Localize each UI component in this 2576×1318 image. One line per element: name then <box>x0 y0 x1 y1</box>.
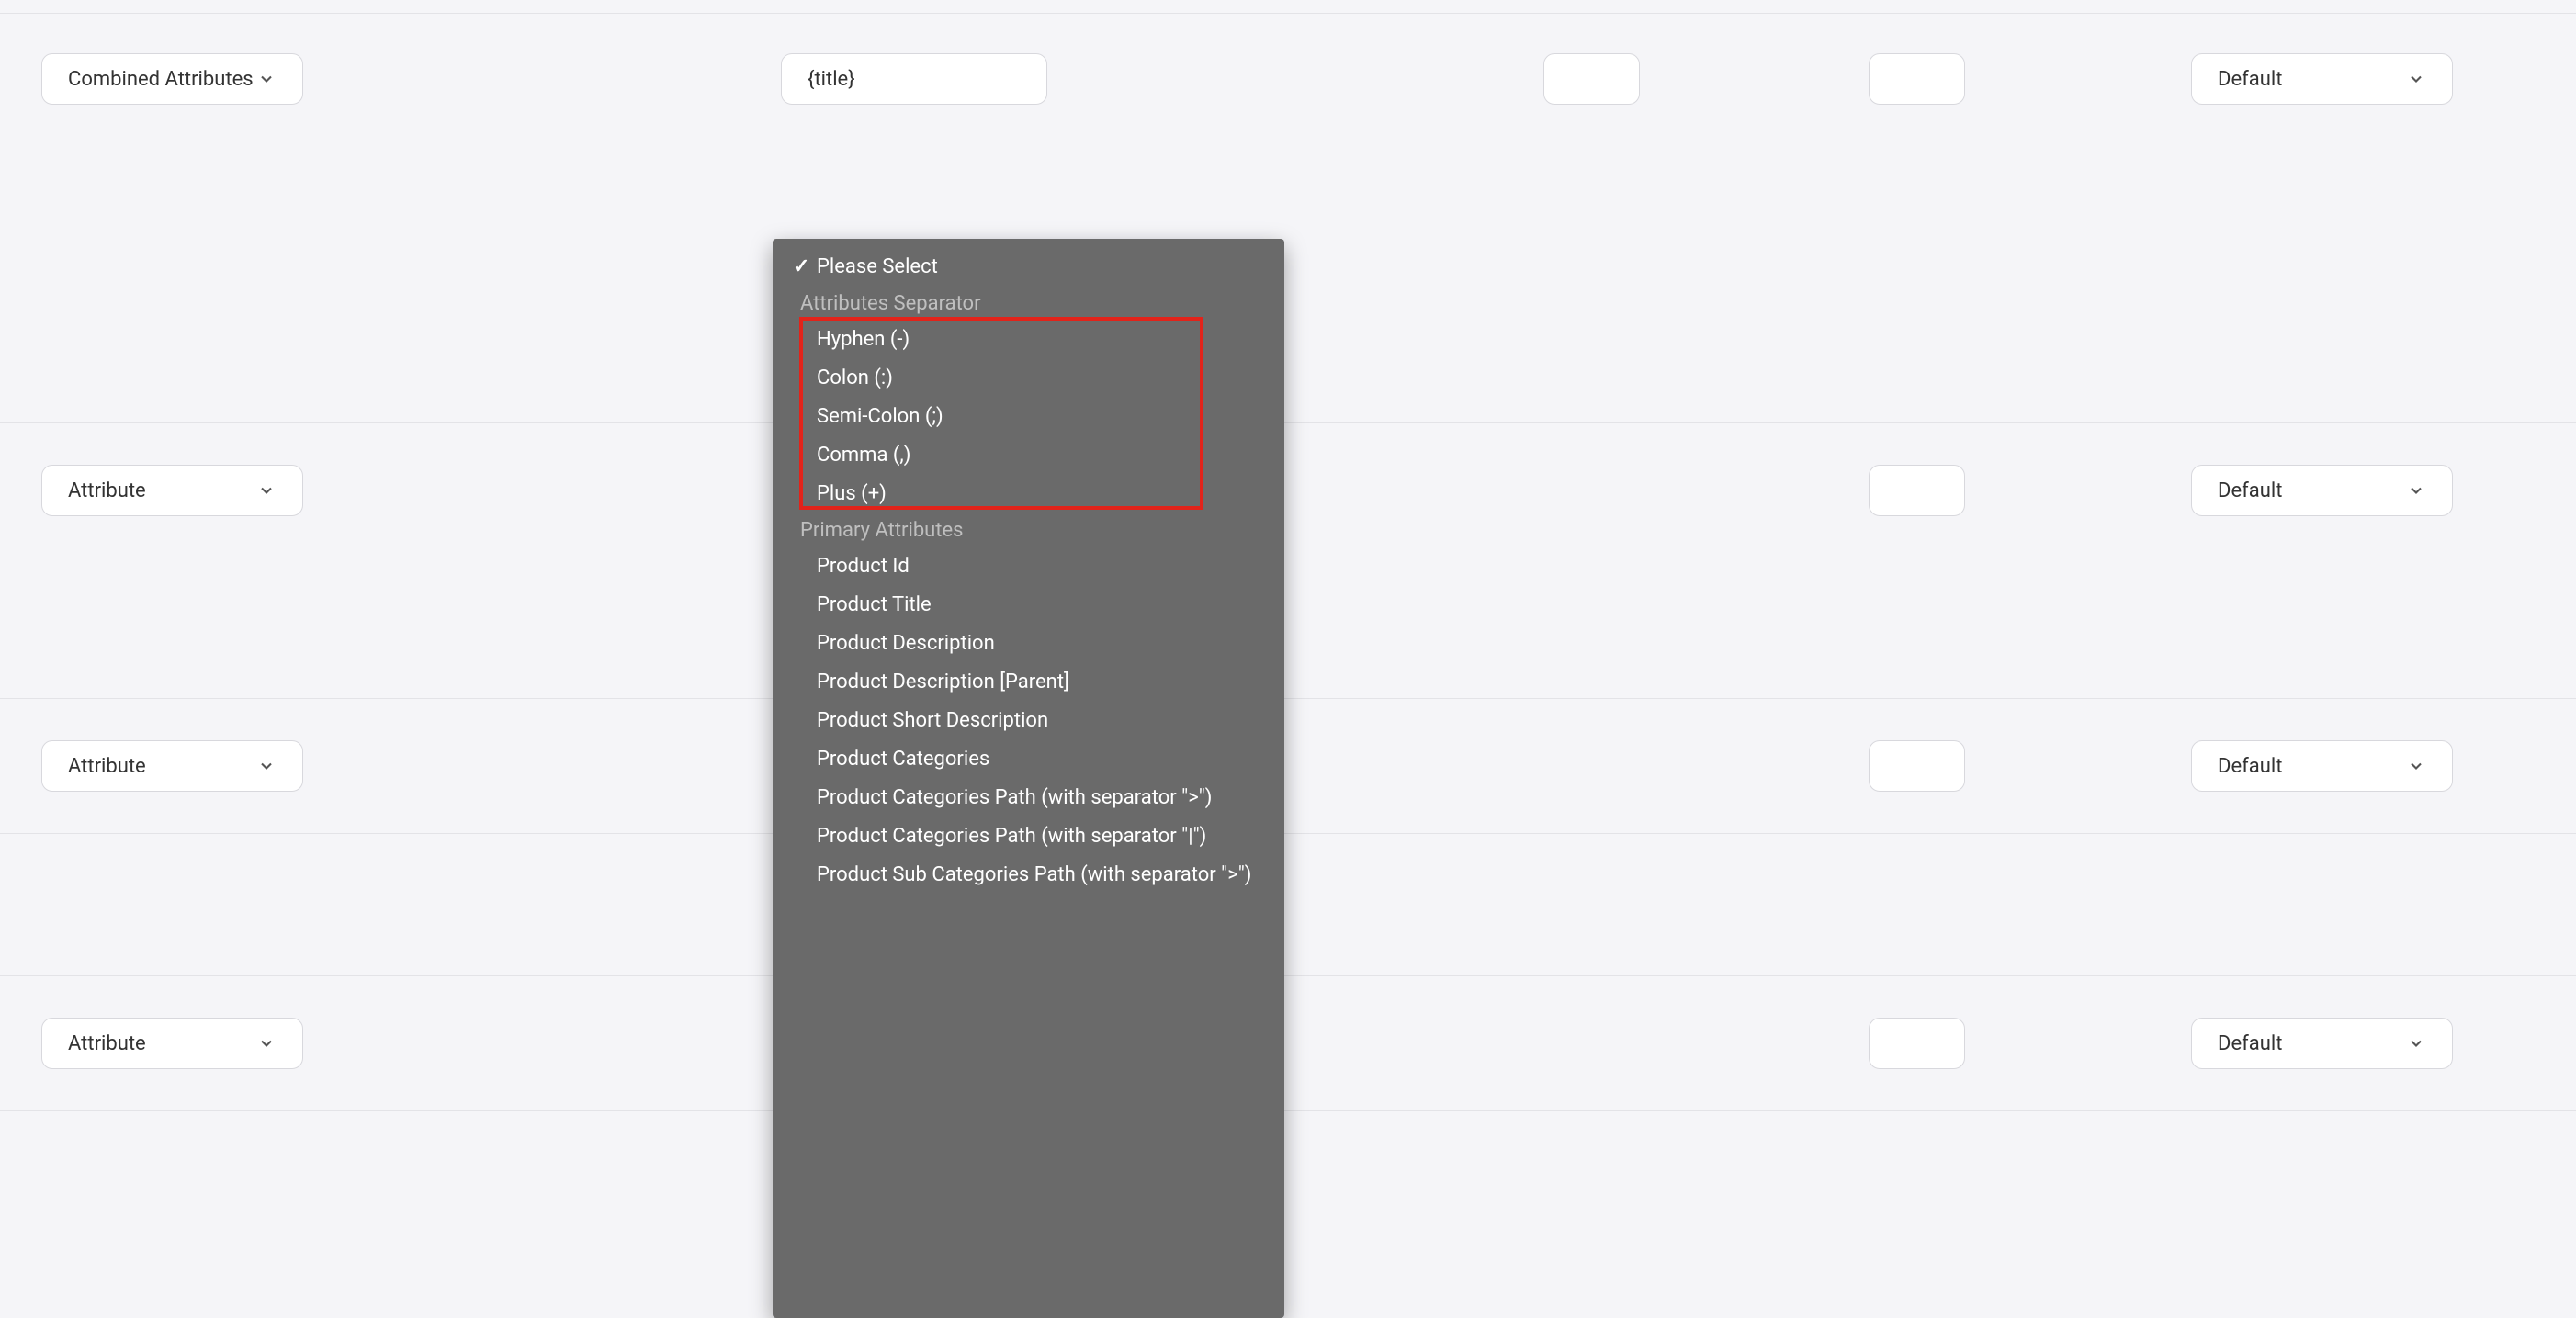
dropdown-option[interactable]: Semi-Colon (;) <box>773 398 1284 436</box>
suffix-input[interactable] <box>1869 53 1965 105</box>
prefix-input[interactable] <box>1543 53 1640 105</box>
mapping-row: Combined Attributes {title} Default <box>0 18 2576 216</box>
dropdown-option[interactable]: Colon (:) <box>773 359 1284 398</box>
attribute-type-select[interactable]: Attribute <box>41 465 303 516</box>
attribute-type-label: Attribute <box>68 1032 146 1055</box>
dropdown-option-label: Product Description [Parent] <box>817 670 1069 693</box>
dropdown-group-label: Attributes Separator <box>773 287 1284 321</box>
dropdown-option-selected[interactable]: Please Select <box>773 248 1284 287</box>
output-type-select[interactable]: Default <box>2191 53 2453 105</box>
chevron-down-icon <box>256 69 277 89</box>
dropdown-option[interactable]: Plus (+) <box>773 475 1284 513</box>
attribute-type-label: Combined Attributes <box>68 68 254 91</box>
dropdown-option-label: Semi-Colon (;) <box>817 405 943 428</box>
dropdown-option-label: Colon (:) <box>817 366 893 389</box>
dropdown-option[interactable]: Product Categories <box>773 740 1284 779</box>
dropdown-option[interactable]: Product Description [Parent] <box>773 663 1284 702</box>
dropdown-option[interactable]: Product Sub Categories Path (with separa… <box>773 856 1284 895</box>
attribute-type-select[interactable]: Attribute <box>41 740 303 792</box>
divider <box>0 13 2576 14</box>
dropdown-option-label: Plus (+) <box>817 482 887 505</box>
dropdown-option[interactable]: Product Title <box>773 586 1284 625</box>
dropdown-option-label: Hyphen (-) <box>817 328 910 351</box>
output-type-label: Default <box>2218 1032 2282 1055</box>
output-type-label: Default <box>2218 479 2282 502</box>
attribute-type-select[interactable]: Attribute <box>41 1018 303 1069</box>
output-type-label: Default <box>2218 68 2282 91</box>
chevron-down-icon <box>2406 480 2426 501</box>
chevron-down-icon <box>2406 69 2426 89</box>
attribute-type-label: Attribute <box>68 479 146 502</box>
output-type-select[interactable]: Default <box>2191 465 2453 516</box>
dropdown-option[interactable]: Product Id <box>773 547 1284 586</box>
suffix-input[interactable] <box>1869 465 1965 516</box>
chevron-down-icon <box>256 1033 277 1053</box>
attribute-type-label: Attribute <box>68 755 146 778</box>
output-type-select[interactable]: Default <box>2191 740 2453 792</box>
dropdown-option-label: Comma (,) <box>817 444 910 467</box>
output-type-select[interactable]: Default <box>2191 1018 2453 1069</box>
value-input[interactable]: {title} <box>781 53 1047 105</box>
mapping-row: Attribute Default <box>0 422 2576 558</box>
dropdown-option-label: Product Short Description <box>817 709 1048 732</box>
mapping-row: Attribute Default <box>0 698 2576 834</box>
dropdown-option-label: Product Sub Categories Path (with separa… <box>817 863 1251 886</box>
suffix-input[interactable] <box>1869 1018 1965 1069</box>
dropdown-group-label: Primary Attributes <box>773 513 1284 547</box>
attribute-dropdown[interactable]: Please Select Attributes Separator Hyphe… <box>773 239 1284 1318</box>
dropdown-option-label: Product Categories Path (with separator … <box>817 825 1206 848</box>
dropdown-option[interactable]: Product Categories Path (with separator … <box>773 779 1284 817</box>
chevron-down-icon <box>2406 756 2426 776</box>
dropdown-option-label: Please Select <box>817 255 938 278</box>
attribute-type-select[interactable]: Combined Attributes <box>41 53 303 105</box>
dropdown-option[interactable]: Comma (,) <box>773 436 1284 475</box>
output-type-label: Default <box>2218 755 2282 778</box>
mapping-row: Attribute Default <box>0 975 2576 1111</box>
dropdown-option[interactable]: Product Short Description <box>773 702 1284 740</box>
dropdown-option[interactable]: Product Categories Path (with separator … <box>773 817 1284 856</box>
suffix-input[interactable] <box>1869 740 1965 792</box>
dropdown-option-label: Product Title <box>817 593 932 616</box>
chevron-down-icon <box>2406 1033 2426 1053</box>
dropdown-option-label: Product Description <box>817 632 995 655</box>
value-text: {title} <box>808 68 855 91</box>
dropdown-option-label: Product Categories <box>817 748 989 771</box>
page: Combined Attributes {title} Default Attr… <box>0 0 2576 1198</box>
chevron-down-icon <box>256 756 277 776</box>
dropdown-option[interactable]: Product Description <box>773 625 1284 663</box>
dropdown-option-label: Product Id <box>817 555 910 578</box>
dropdown-option-label: Product Categories Path (with separator … <box>817 786 1212 809</box>
dropdown-option[interactable]: Hyphen (-) <box>773 321 1284 359</box>
chevron-down-icon <box>256 480 277 501</box>
